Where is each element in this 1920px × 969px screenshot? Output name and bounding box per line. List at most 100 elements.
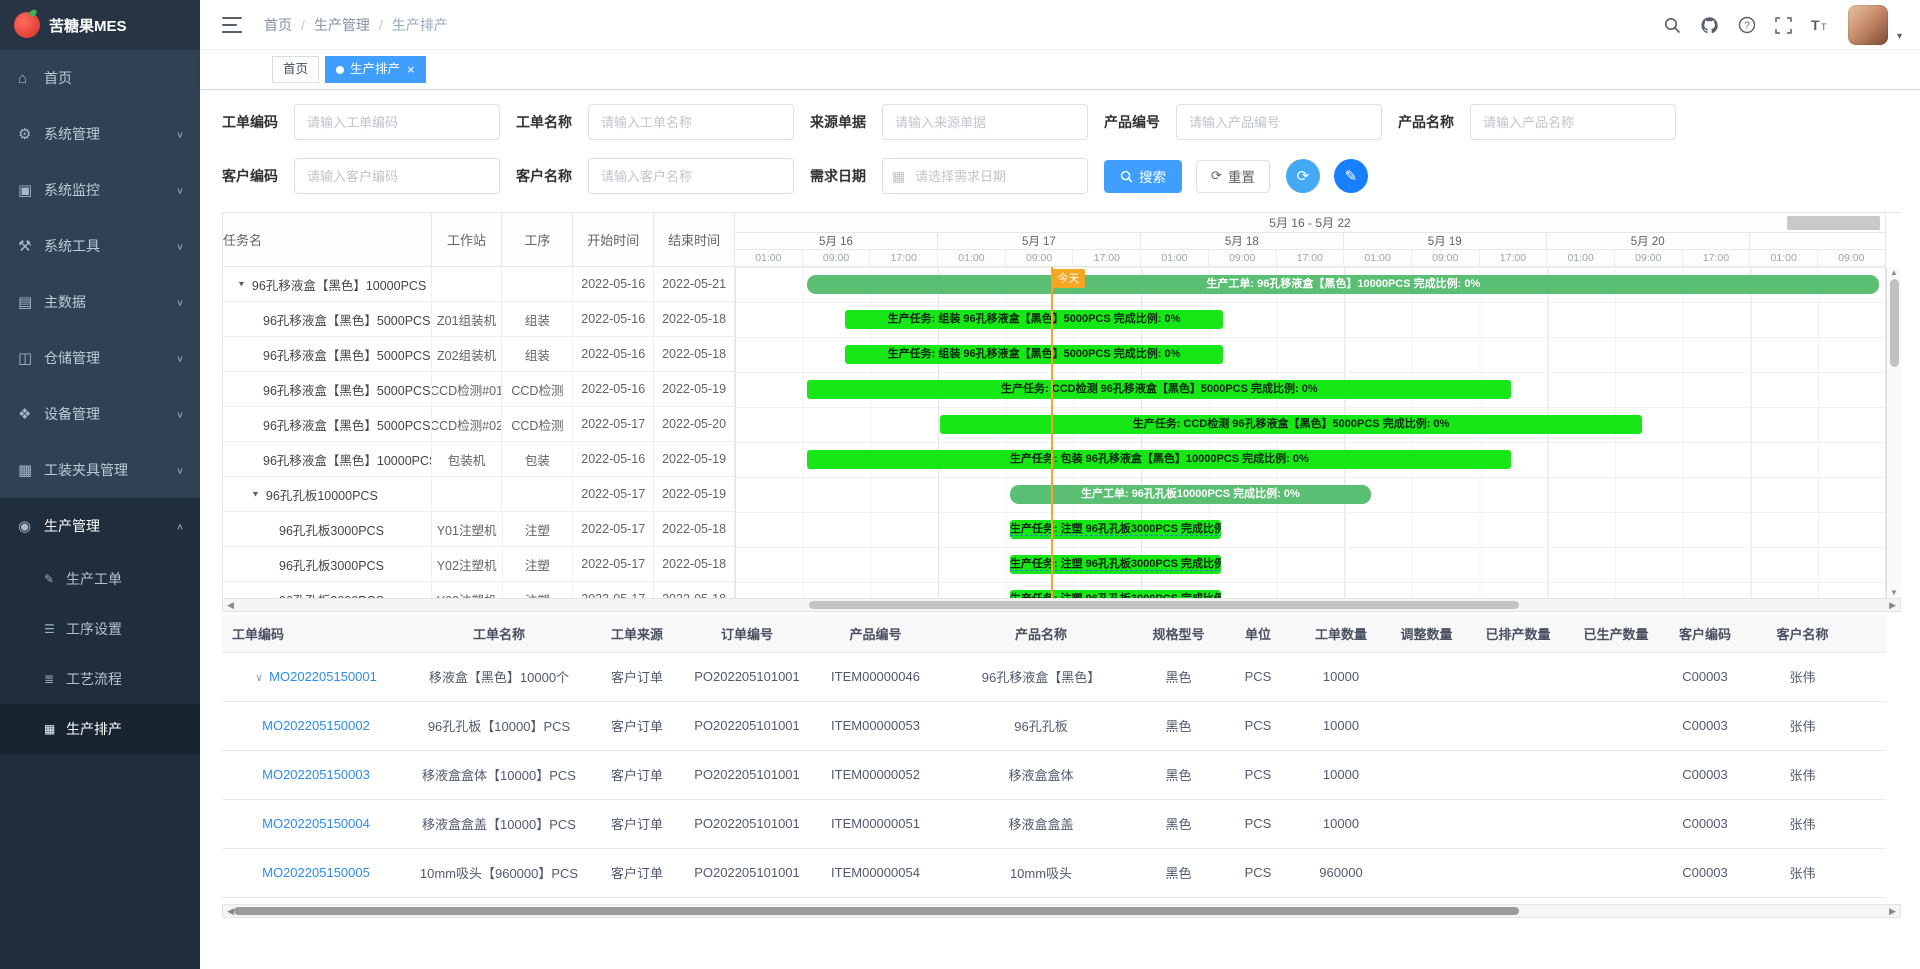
gantt-bar-task[interactable]: 生产任务: 组装 96孔移液盒【黑色】5000PCS 完成比例: 0%: [845, 310, 1222, 329]
scroll-right-icon[interactable]: ▶: [1889, 600, 1896, 611]
gantt-bar-workorder[interactable]: 生产工单: 96孔移液盒【黑色】10000PCS 完成比例: 0%: [807, 275, 1879, 294]
customer-code-input[interactable]: [294, 158, 500, 194]
gantt-row[interactable]: 96孔移液盒【黑色】5000PCS Z01组装机 组装 2022-05-16 2…: [223, 302, 735, 337]
demand-date-input[interactable]: [882, 158, 1088, 194]
scroll-left-icon[interactable]: ◀: [227, 600, 234, 611]
gantt-bar-task[interactable]: 生产任务: CCD检测 96孔移液盒【黑色】5000PCS 完成比例: 0%: [807, 380, 1511, 399]
workorder-link[interactable]: MO202205150002: [262, 718, 370, 733]
tab-home[interactable]: 首页: [272, 56, 319, 83]
sidebar-item-process-flow[interactable]: ≣ 工艺流程: [0, 654, 200, 704]
gantt-bar-workorder[interactable]: 生产工单: 96孔孔板10000PCS 完成比例: 0%: [1010, 485, 1371, 504]
workorder-link[interactable]: MO202205150001: [269, 669, 377, 684]
scroll-up-icon[interactable]: ▲: [1887, 268, 1901, 277]
scroll-down-icon[interactable]: ▼: [1887, 588, 1901, 597]
vertical-scroll-thumb[interactable]: [1890, 279, 1899, 367]
sidebar-item-equipment[interactable]: ❖ 设备管理 ∨: [0, 386, 200, 442]
gantt-row[interactable]: ▼96孔移液盒【黑色】10000PCS 2022-05-16 2022-05-2…: [223, 267, 735, 302]
sidebar-item-system-mgmt[interactable]: ⚙ 系统管理 ∨: [0, 106, 200, 162]
github-icon[interactable]: [1700, 15, 1720, 35]
tabs-bar: 首页 生产排产 ×: [200, 50, 1920, 90]
order-row[interactable]: MO202205150004 移液盒盒盖【10000】PCS 客户订单 PO20…: [222, 799, 1886, 848]
gantt-bar-task[interactable]: 生产任务: 组装 96孔移液盒【黑色】5000PCS 完成比例: 0%: [845, 345, 1222, 364]
active-dot-icon: [336, 66, 344, 74]
col-workstation: 工作站: [432, 213, 503, 267]
gantt-row[interactable]: 96孔移液盒【黑色】5000PCS Z02组装机 组装 2022-05-16 2…: [223, 337, 735, 372]
sidebar-item-home[interactable]: ⌂ 首页: [0, 50, 200, 106]
workorder-link[interactable]: MO202205150005: [262, 865, 370, 880]
workorder-code-input[interactable]: [294, 104, 500, 140]
order-row[interactable]: ∨MO202205150001 移液盒【黑色】10000个 客户订单 PO202…: [222, 652, 1886, 701]
sidebar-production-group: ◉ 生产管理 ∧ ✎ 生产工单 ☰ 工序设置 ≣ 工艺流程 ▦ 生产排产: [0, 498, 200, 969]
triangle-down-icon[interactable]: ▼: [251, 490, 260, 499]
scroll-left-icon[interactable]: ◀: [227, 906, 234, 917]
search-icon[interactable]: [1663, 15, 1683, 35]
triangle-down-icon[interactable]: ▼: [237, 280, 246, 289]
gantt-row[interactable]: 96孔移液盒【黑色】10000PCS 包装机 包装 2022-05-16 202…: [223, 442, 735, 477]
app-title: 苦糖果MES: [49, 15, 127, 36]
horizontal-scroll-thumb[interactable]: [234, 907, 1519, 915]
sidebar-item-production-scheduling[interactable]: ▦ 生产排产: [0, 704, 200, 754]
chevron-down-icon[interactable]: ∨: [255, 672, 263, 684]
gantt-bar-task[interactable]: 生产任务: CCD检测 96孔移液盒【黑色】5000PCS 完成比例: 0%: [940, 415, 1643, 434]
gantt-bar-task[interactable]: 生产任务: 包装 96孔移液盒【黑色】10000PCS 完成比例: 0%: [807, 450, 1511, 469]
gantt-bar-task[interactable]: 生产任务: 注塑 96孔孔板3000PCS 完成比例: 0%: [1010, 520, 1222, 539]
sidebar-item-process-settings[interactable]: ☰ 工序设置: [0, 604, 200, 654]
sidebar-item-master-data[interactable]: ▤ 主数据 ∨: [0, 274, 200, 330]
sidebar-item-production-workorder[interactable]: ✎ 生产工单: [0, 554, 200, 604]
help-icon[interactable]: ?: [1737, 15, 1757, 35]
order-row[interactable]: MO202205150003 移液盒盒体【10000】PCS 客户订单 PO20…: [222, 750, 1886, 799]
table-horizontal-scrollbar[interactable]: ◀ ▶: [222, 904, 1901, 918]
fullscreen-icon[interactable]: [1774, 15, 1794, 35]
sidebar-item-system-monitor[interactable]: ▣ 系统监控 ∨: [0, 162, 200, 218]
pencil-icon: ✎: [1345, 167, 1358, 185]
gantt-bar-task[interactable]: 生产任务: 注塑 96孔孔板3000PCS 完成比例: 0%: [1010, 590, 1222, 598]
gantt-row[interactable]: 96孔孔板3000PCS Y03注塑机 注塑 2022-05-17 2022-0…: [223, 582, 735, 598]
customer-name-input[interactable]: [588, 158, 794, 194]
breadcrumb-separator: /: [379, 17, 383, 33]
field-product-code: 产品编号: [1104, 104, 1382, 140]
scroll-right-icon[interactable]: ▶: [1889, 906, 1896, 917]
col-order-number: 订单编号: [686, 615, 808, 652]
hour-label: 17:00: [1277, 250, 1345, 266]
sidebar-item-fixture[interactable]: ▦ 工装夹具管理 ∨: [0, 442, 200, 498]
field-workorder-name: 工单名称: [516, 104, 794, 140]
gantt-edit-button[interactable]: ✎: [1334, 159, 1368, 193]
font-size-icon[interactable]: TT: [1811, 15, 1831, 35]
horizontal-scroll-thumb[interactable]: [809, 601, 1519, 609]
gantt-row[interactable]: 96孔移液盒【黑色】5000PCS CCD检测#02 CCD检测 2022-05…: [223, 407, 735, 442]
sidebar-item-production[interactable]: ◉ 生产管理 ∧: [0, 498, 200, 554]
sidebar-item-warehouse[interactable]: ◫ 仓储管理 ∨: [0, 330, 200, 386]
gantt-vertical-scrollbar[interactable]: ▲ ▼: [1886, 267, 1901, 598]
refresh-icon: ⟳: [1211, 168, 1222, 184]
gantt-row[interactable]: 96孔移液盒【黑色】5000PCS CCD检测#01 CCD检测 2022-05…: [223, 372, 735, 407]
workorder-link[interactable]: MO202205150004: [262, 816, 370, 831]
gantt-bar-task[interactable]: 生产任务: 注塑 96孔孔板3000PCS 完成比例: 0%: [1010, 555, 1222, 574]
tab-production-scheduling[interactable]: 生产排产 ×: [325, 56, 426, 83]
gantt-row[interactable]: 96孔孔板3000PCS Y02注塑机 注塑 2022-05-17 2022-0…: [223, 547, 735, 582]
app-logo[interactable]: 苦糖果MES: [0, 0, 200, 50]
workorder-link[interactable]: MO202205150003: [262, 767, 370, 782]
product-name-input[interactable]: [1470, 104, 1676, 140]
gantt-row[interactable]: ▼96孔孔板10000PCS 2022-05-17 2022-05-19: [223, 477, 735, 512]
avatar[interactable]: [1848, 5, 1888, 45]
timeline-scroll-indicator[interactable]: [1787, 216, 1880, 230]
workorder-name-input[interactable]: [588, 104, 794, 140]
breadcrumb-production[interactable]: 生产管理: [314, 15, 370, 35]
col-start-time: 开始时间: [573, 213, 654, 267]
gantt-refresh-button[interactable]: ⟳: [1286, 159, 1320, 193]
fixture-icon: ▦: [18, 461, 44, 479]
reset-button[interactable]: ⟳ 重置: [1196, 160, 1270, 193]
gantt-horizontal-scrollbar[interactable]: ◀ ▶: [222, 598, 1901, 612]
hamburger-icon[interactable]: [222, 17, 242, 33]
breadcrumb-home[interactable]: 首页: [264, 15, 292, 35]
sidebar-item-system-tools[interactable]: ⚒ 系统工具 ∨: [0, 218, 200, 274]
product-code-input[interactable]: [1176, 104, 1382, 140]
search-button[interactable]: 搜索: [1104, 160, 1182, 193]
source-doc-input[interactable]: [882, 104, 1088, 140]
order-row[interactable]: MO202205150005 10mm吸头【960000】PCS 客户订单 PO…: [222, 848, 1886, 897]
close-icon[interactable]: ×: [407, 63, 415, 76]
col-produced-qty: 已生产数量: [1567, 615, 1665, 652]
svg-text:T: T: [1811, 17, 1820, 33]
order-row[interactable]: MO202205150002 96孔孔板【10000】PCS 客户订单 PO20…: [222, 701, 1886, 750]
gantt-row[interactable]: 96孔孔板3000PCS Y01注塑机 注塑 2022-05-17 2022-0…: [223, 512, 735, 547]
